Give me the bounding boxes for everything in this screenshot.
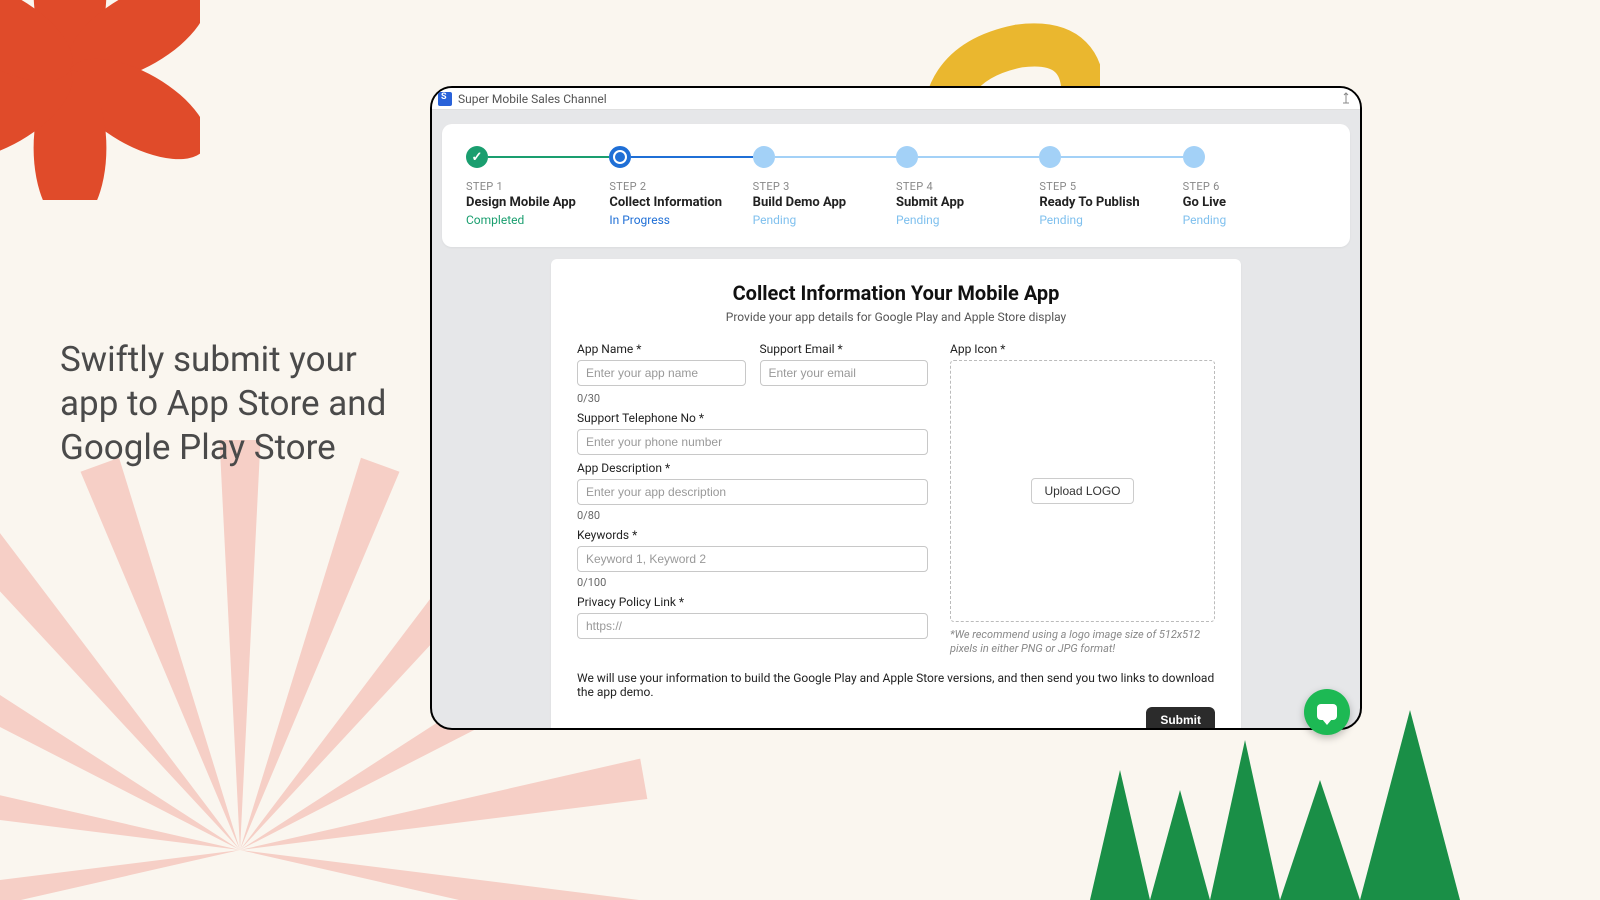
step-4[interactable]: STEP 4 Submit App Pending xyxy=(896,146,1039,227)
step-title: Submit App xyxy=(896,195,1039,210)
pin-icon[interactable] xyxy=(1340,92,1352,107)
step-status: In Progress xyxy=(609,213,752,227)
step-connector xyxy=(488,156,609,158)
step-number-label: STEP 6 xyxy=(1183,180,1326,193)
privacy-input[interactable] xyxy=(577,613,928,639)
step-dot-icon xyxy=(896,146,918,168)
step-title: Go Live xyxy=(1183,195,1326,210)
titlebar: Super Mobile Sales Channel xyxy=(432,88,1360,110)
step-dot-icon xyxy=(1039,146,1061,168)
description-input[interactable] xyxy=(577,479,928,505)
step-number-label: STEP 1 xyxy=(466,180,609,193)
progress-stepper: STEP 1 Design Mobile App Completed STEP 2 Co… xyxy=(442,124,1350,247)
app-logo-icon xyxy=(438,92,452,106)
support-email-input[interactable] xyxy=(760,360,929,386)
step-number-label: STEP 5 xyxy=(1039,180,1182,193)
step-dot-icon xyxy=(1183,146,1205,168)
step-title: Build Demo App xyxy=(753,195,896,210)
step-3[interactable]: STEP 3 Build Demo App Pending xyxy=(753,146,896,227)
chat-icon xyxy=(1317,704,1337,720)
chat-fab-button[interactable] xyxy=(1304,689,1350,735)
app-name-input[interactable] xyxy=(577,360,746,386)
description-counter: 0/80 xyxy=(577,509,928,522)
step-1[interactable]: STEP 1 Design Mobile App Completed xyxy=(466,146,609,227)
step-5[interactable]: STEP 5 Ready To Publish Pending xyxy=(1039,146,1182,227)
step-connector xyxy=(775,156,896,158)
keywords-input[interactable] xyxy=(577,546,928,572)
keywords-counter: 0/100 xyxy=(577,576,928,589)
description-label: App Description * xyxy=(577,461,928,475)
step-title: Design Mobile App xyxy=(466,195,609,210)
step-connector xyxy=(918,156,1039,158)
step-connector xyxy=(1061,156,1182,158)
decor-flower-icon xyxy=(0,0,200,200)
privacy-label: Privacy Policy Link * xyxy=(577,595,928,609)
support-phone-input[interactable] xyxy=(577,429,928,455)
app-icon-note: *We recommend using a logo image size of… xyxy=(950,628,1215,657)
form-subtitle: Provide your app details for Google Play… xyxy=(577,310,1215,324)
step-number-label: STEP 4 xyxy=(896,180,1039,193)
support-phone-label: Support Telephone No * xyxy=(577,411,928,425)
step-status: Pending xyxy=(896,213,1039,227)
app-name-counter: 0/30 xyxy=(577,392,928,405)
upload-logo-button[interactable]: Upload LOGO xyxy=(1031,478,1133,504)
step-dot-icon xyxy=(753,146,775,168)
step-connector xyxy=(631,156,752,158)
app-window: Super Mobile Sales Channel STEP 1 Design … xyxy=(430,86,1362,730)
step-status: Pending xyxy=(1039,213,1182,227)
step-number-label: STEP 3 xyxy=(753,180,896,193)
app-icon-label: App Icon * xyxy=(950,342,1215,356)
app-name-label: App Name * xyxy=(577,342,746,356)
app-title: Super Mobile Sales Channel xyxy=(458,92,607,106)
step-status: Pending xyxy=(1183,213,1326,227)
step-title: Collect Information xyxy=(609,195,752,210)
step-status: Completed xyxy=(466,213,609,227)
app-icon-upload-zone[interactable]: Upload LOGO xyxy=(950,360,1215,622)
step-dot-icon xyxy=(609,146,631,168)
step-2[interactable]: STEP 2 Collect Information In Progress xyxy=(609,146,752,227)
support-email-label: Support Email * xyxy=(760,342,929,356)
step-dot-icon xyxy=(466,146,488,168)
step-title: Ready To Publish xyxy=(1039,195,1182,210)
step-status: Pending xyxy=(753,213,896,227)
collect-info-form: Collect Information Your Mobile App Prov… xyxy=(551,259,1241,730)
step-number-label: STEP 2 xyxy=(609,180,752,193)
marketing-headline: Swiftly submit your app to App Store and… xyxy=(60,338,400,469)
decor-trees-icon xyxy=(1060,700,1460,900)
form-title: Collect Information Your Mobile App xyxy=(577,281,1215,305)
step-6[interactable]: STEP 6 Go Live Pending xyxy=(1183,146,1326,227)
form-notice: We will use your information to build th… xyxy=(577,671,1215,699)
keywords-label: Keywords * xyxy=(577,528,928,542)
submit-button[interactable]: Submit xyxy=(1146,707,1215,730)
